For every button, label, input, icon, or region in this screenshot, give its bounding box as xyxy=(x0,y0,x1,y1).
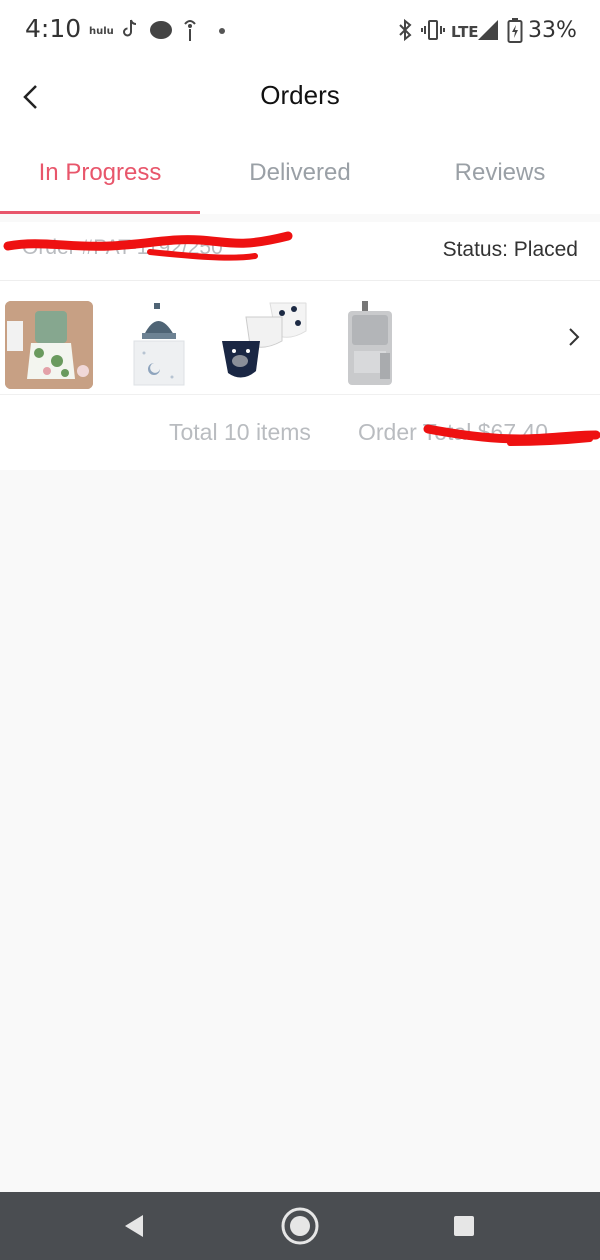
bandana-bib-image xyxy=(220,301,308,389)
order-card[interactable]: Order #PAT-1192/250 Status: Placed Total… xyxy=(0,222,600,470)
order-items-thumbnails[interactable] xyxy=(0,281,600,395)
tab-in-progress[interactable]: In Progress xyxy=(0,132,200,214)
item-thumbnail xyxy=(326,301,414,389)
order-totals-row: Total 10 items Order Total $67.40 xyxy=(0,395,600,470)
hat-swaddle-image xyxy=(114,301,202,389)
item-thumbnail xyxy=(114,301,202,389)
status-bar: 4:10 hulu LTE 33% xyxy=(0,0,600,64)
page-title: Orders xyxy=(260,80,340,110)
item-thumbnail xyxy=(5,301,93,389)
network-label: LTE xyxy=(451,23,479,41)
order-id: Order #PAT-1192/250 xyxy=(22,236,223,259)
chevron-right-icon[interactable] xyxy=(560,323,588,351)
app-header: Orders xyxy=(0,64,600,132)
battery-charging-icon xyxy=(507,18,523,43)
order-status: Status: Placed xyxy=(442,238,578,261)
total-items-count: Total 10 items xyxy=(169,419,311,445)
tiktok-icon xyxy=(123,19,137,37)
vibrate-icon xyxy=(421,20,445,40)
home-circle-icon[interactable] xyxy=(280,1206,320,1246)
bluetooth-icon xyxy=(399,18,412,42)
cloud-icon xyxy=(150,21,172,39)
tab-reviews[interactable]: Reviews xyxy=(400,132,600,214)
order-header-row: Order #PAT-1192/250 Status: Placed xyxy=(0,222,600,281)
romper-image xyxy=(5,301,93,389)
back-triangle-icon[interactable] xyxy=(114,1206,154,1246)
order-total-amount: Order Total $67.40 xyxy=(358,419,549,445)
signal-info-icon xyxy=(184,20,196,41)
cell-signal-icon xyxy=(478,20,498,40)
tab-delivered[interactable]: Delivered xyxy=(200,132,400,214)
battery-percent: 33% xyxy=(528,18,577,43)
system-nav-bar xyxy=(0,1192,600,1260)
hulu-icon: hulu xyxy=(89,26,114,37)
order-tabs: In Progress Delivered Reviews xyxy=(0,132,600,214)
item-thumbnail xyxy=(220,301,308,389)
status-time: 4:10 xyxy=(25,14,82,43)
organizer-image xyxy=(326,301,414,389)
recents-square-icon[interactable] xyxy=(444,1206,484,1246)
dot-icon xyxy=(219,28,225,34)
active-tab-indicator xyxy=(0,211,200,214)
